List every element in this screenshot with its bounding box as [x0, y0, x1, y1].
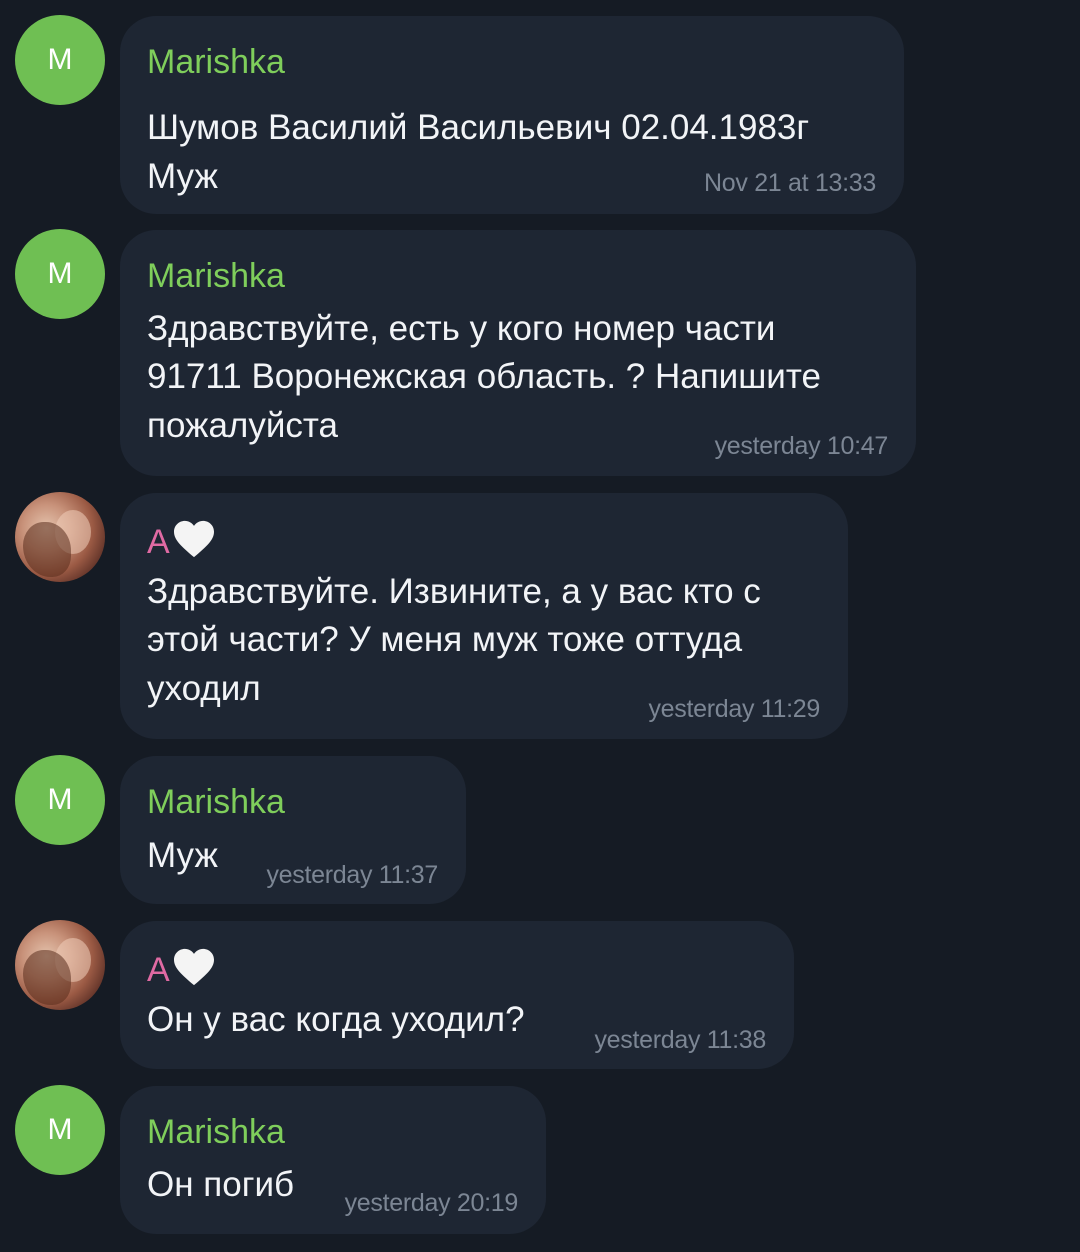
- message-timestamp: yesterday 10:47: [714, 432, 889, 460]
- sender-name-text: A: [147, 951, 170, 989]
- avatar-marishka[interactable]: M: [15, 1085, 105, 1175]
- message-bubble[interactable]: Marishka Он погиб yesterday 20:19: [120, 1086, 546, 1234]
- message-timestamp: Nov 21 at 13:33: [703, 169, 876, 197]
- message-timestamp: yesterday 20:19: [344, 1189, 519, 1217]
- message-text-line: пожалуйста: [147, 406, 338, 445]
- avatar-photo-a[interactable]: [15, 492, 105, 582]
- message-bubble[interactable]: A Он у вас когда уходил? yesterday 11:38: [120, 921, 794, 1069]
- message-bubble[interactable]: Marishka Здравствуйте, есть у кого номер…: [120, 230, 916, 476]
- message-timestamp: yesterday 11:37: [266, 861, 438, 889]
- sender-name[interactable]: Marishka: [147, 782, 285, 822]
- message-timestamp: yesterday 11:38: [594, 1026, 766, 1054]
- sender-name[interactable]: A: [147, 519, 216, 568]
- avatar-initial: M: [47, 257, 73, 290]
- message-bubble[interactable]: A Здравствуйте. Извините, а у вас кто с …: [120, 493, 848, 739]
- avatar-marishka[interactable]: M: [15, 755, 105, 845]
- message-text-line: Шумов Василий Васильевич 02.04.1983г: [147, 108, 810, 147]
- sender-name[interactable]: Marishka: [147, 256, 285, 296]
- message-text-line: Здравствуйте, есть у кого номер части: [147, 309, 776, 348]
- avatar-photo-hair: [23, 522, 71, 577]
- white-heart-icon: [172, 519, 216, 568]
- message-text-line: Он погиб: [147, 1165, 295, 1204]
- message-text-line: уходил: [147, 669, 261, 708]
- avatar-initial: M: [47, 43, 73, 76]
- sender-name[interactable]: A: [147, 947, 216, 996]
- sender-name[interactable]: Marishka: [147, 42, 285, 82]
- avatar-photo-hair: [23, 950, 71, 1005]
- message-text-line: Он у вас когда уходил?: [147, 1000, 525, 1039]
- message-text-line: Муж: [147, 836, 218, 875]
- message-bubble[interactable]: Marishka Муж yesterday 11:37: [120, 756, 466, 904]
- message-text-line: Здравствуйте. Извините, а у вас кто с: [147, 572, 761, 611]
- message-text-line: Муж: [147, 157, 218, 196]
- sender-name-text: A: [147, 523, 170, 561]
- message-text-line: 91711 Воронежская область. ? Напишите: [147, 357, 821, 396]
- white-heart-icon: [172, 947, 216, 996]
- avatar-initial: M: [47, 1113, 73, 1146]
- message-timestamp: yesterday 11:29: [648, 695, 820, 723]
- avatar-photo-a[interactable]: [15, 920, 105, 1010]
- chat-message-list[interactable]: M Marishka Шумов Василий Васильевич 02.0…: [0, 0, 1080, 1252]
- avatar-marishka[interactable]: M: [15, 229, 105, 319]
- avatar-initial: M: [47, 783, 73, 816]
- sender-name[interactable]: Marishka: [147, 1112, 285, 1152]
- avatar-marishka[interactable]: M: [15, 15, 105, 105]
- message-text-line: этой части? У меня муж тоже оттуда: [147, 620, 743, 659]
- message-bubble[interactable]: Marishka Шумов Василий Васильевич 02.04.…: [120, 16, 904, 214]
